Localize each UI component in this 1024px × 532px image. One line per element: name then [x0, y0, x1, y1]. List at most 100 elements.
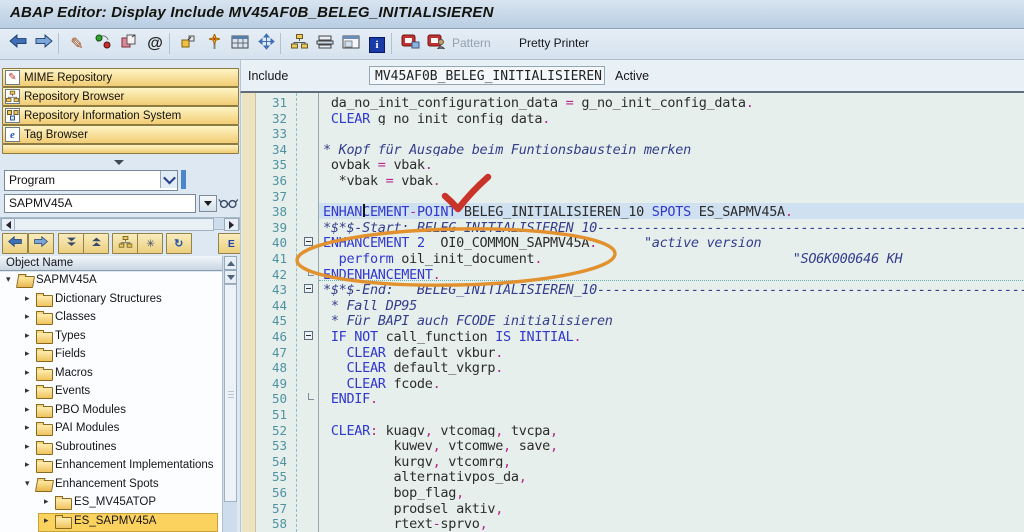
collapsed-arrow-icon[interactable]: ▸: [44, 515, 49, 526]
history-dropdown-button[interactable]: [199, 195, 217, 212]
tree-item-events[interactable]: ▸ Events: [0, 383, 222, 401]
code-line-43[interactable]: 43 *$*$-End: BELEG_INITIALISIEREN_10-----…: [241, 281, 1024, 297]
code-editor[interactable]: 31 da_no_init_configuration_data = g_no_…: [240, 93, 1024, 532]
code-line-58[interactable]: 58 rtext-sprvo,: [241, 515, 1024, 531]
fold-collapse-icon[interactable]: [304, 331, 313, 340]
tree-item-pbo-modules[interactable]: ▸ PBO Modules: [0, 402, 222, 420]
object-list-button[interactable]: [287, 32, 311, 56]
display-glasses-icon[interactable]: [218, 196, 239, 214]
collapsed-arrow-icon[interactable]: ▸: [25, 293, 30, 304]
tree-enhancement-button[interactable]: E: [218, 233, 240, 254]
code-line-31[interactable]: 31 da_no_init_configuration_data = g_no_…: [241, 94, 1024, 110]
tree-item-es_mv45atop[interactable]: ▸ ES_MV45ATOP: [0, 494, 222, 512]
scroll-right-icon[interactable]: [224, 218, 239, 231]
tree-item-subroutines[interactable]: ▸ Subroutines: [0, 439, 222, 457]
code-line-46[interactable]: 46 IF NOT call_function IS INITIAL.: [241, 328, 1024, 344]
code-line-36[interactable]: 36 *vbak = vbak.: [241, 172, 1024, 188]
tree-expand-all-button[interactable]: [83, 233, 109, 254]
tree-item-macros[interactable]: ▸ Macros: [0, 365, 222, 383]
tree-item-sapmv45a[interactable]: ▾ SAPMV45A: [0, 272, 222, 290]
expanded-arrow-icon[interactable]: ▾: [25, 478, 30, 489]
tree-item-fields[interactable]: ▸ Fields: [0, 346, 222, 364]
pretty-printer-button[interactable]: Pretty Printer: [519, 36, 589, 50]
scroll-down-icon[interactable]: [224, 270, 237, 284]
code-line-35[interactable]: 35 ovbak = vbak.: [241, 156, 1024, 172]
object-name-input[interactable]: SAPMV45A: [4, 194, 196, 213]
tree-item-classes[interactable]: ▸ Classes: [0, 309, 222, 327]
code-line-54[interactable]: 54 kurgv, vtcomrg,: [241, 453, 1024, 469]
info-button[interactable]: i: [365, 32, 389, 56]
collapsed-arrow-icon[interactable]: ▸: [25, 404, 30, 415]
sidebar-button-tag-browser[interactable]: e Tag Browser: [2, 125, 239, 144]
tree-refresh-button[interactable]: ↻: [166, 233, 192, 254]
code-line-41[interactable]: 41 perform oil_init_document. "SO6K00064…: [241, 250, 1024, 266]
code-line-48[interactable]: 48 CLEAR default_vkgrp.: [241, 359, 1024, 375]
navigation-window-button[interactable]: [313, 32, 337, 56]
collapsed-arrow-icon[interactable]: ▸: [25, 330, 30, 341]
code-line-53[interactable]: 53 kuwev, vtcomwe, save,: [241, 437, 1024, 453]
where-used-list-button[interactable]: @: [143, 32, 167, 56]
scrollbar-thumb[interactable]: [14, 218, 214, 231]
fold-collapse-icon[interactable]: [304, 284, 313, 294]
tree-filter-button[interactable]: ✳: [137, 233, 163, 254]
execute-button[interactable]: [228, 32, 252, 56]
tree-vertical-scrollbar[interactable]: [222, 256, 237, 532]
tree-back-button[interactable]: [2, 233, 28, 254]
collapsed-arrow-icon[interactable]: ▸: [25, 385, 30, 396]
tree-item-types[interactable]: ▸ Types: [0, 328, 222, 346]
tree-item-es_sapmv45a[interactable]: ▸ ES_SAPMV45A: [0, 512, 222, 532]
activate-button[interactable]: [202, 32, 226, 56]
code-line-37[interactable]: 37: [241, 188, 1024, 204]
code-line-52[interactable]: 52 CLEAR: kuagv, vtcomag, tvcpa,: [241, 422, 1024, 438]
combo-dropdown-icon[interactable]: [160, 171, 177, 188]
expanded-arrow-icon[interactable]: ▾: [6, 274, 11, 285]
code-line-40[interactable]: 40 ENHANCEMENT 2 OI0_COMMON_SAPMV45A. "ac…: [241, 234, 1024, 250]
code-line-56[interactable]: 56 bop_flag,: [241, 484, 1024, 500]
code-line-39[interactable]: 39 *$*$-Start: BELEG_INITIALISIEREN_10---…: [241, 219, 1024, 235]
collapsed-arrow-icon[interactable]: ▸: [25, 311, 30, 322]
code-line-32[interactable]: 32 CLEAR g_no_init_config_data.: [241, 110, 1024, 126]
code-line-51[interactable]: 51: [241, 406, 1024, 422]
code-line-55[interactable]: 55 alternativpos_da,: [241, 468, 1024, 484]
collapsed-arrow-icon[interactable]: ▸: [25, 348, 30, 359]
code-line-38[interactable]: 38 ENHANCEMENT-POINT BELEG_INITIALISIEREN…: [241, 203, 1024, 219]
navigation-button[interactable]: [254, 32, 278, 56]
code-line-57[interactable]: 57 prodsel_aktiv,: [241, 500, 1024, 516]
tree-item-enhancement-spots[interactable]: ▾ Enhancement Spots: [0, 476, 222, 494]
refresh-button[interactable]: [91, 32, 115, 56]
forward-button[interactable]: [32, 32, 56, 56]
fold-collapse-icon[interactable]: [304, 237, 313, 247]
code-line-49[interactable]: 49 CLEAR fcode.: [241, 375, 1024, 391]
collapsed-arrow-icon[interactable]: ▸: [25, 367, 30, 378]
back-button[interactable]: [6, 32, 30, 56]
tree-forward-button[interactable]: [28, 233, 54, 254]
code-line-44[interactable]: 44 * Fall DP95: [241, 297, 1024, 313]
code-line-34[interactable]: 34 * Kopf für Ausgabe beim Funtionsbauste…: [241, 141, 1024, 157]
sidebar-button-partial[interactable]: [2, 144, 239, 154]
include-name-field[interactable]: MV45AF0B_BELEG_INITIALISIEREN: [369, 66, 605, 85]
fullscreen-button[interactable]: [339, 32, 363, 56]
collapsed-arrow-icon[interactable]: ▸: [25, 441, 30, 452]
collapsed-arrow-icon[interactable]: ▸: [25, 459, 30, 470]
copy-button[interactable]: [117, 32, 141, 56]
sidebar-button-repository-information-system[interactable]: Repository Information System: [2, 106, 239, 125]
code-line-50[interactable]: 50 ENDIF.: [241, 390, 1024, 406]
tree-item-enhancement-implementations[interactable]: ▸ Enhancement Implementations: [0, 457, 222, 475]
tree-item-pai-modules[interactable]: ▸ PAI Modules: [0, 420, 222, 438]
scrollbar-thumb[interactable]: [224, 284, 237, 502]
code-line-42[interactable]: 42 ENDENHANCEMENT.: [241, 266, 1024, 281]
display-navigation-window-button[interactable]: [424, 32, 448, 56]
scroll-up-icon[interactable]: [224, 256, 237, 270]
code-line-33[interactable]: 33: [241, 125, 1024, 141]
code-line-45[interactable]: 45 * Für BAPI auch FCODE initialisieren: [241, 312, 1024, 328]
collapsed-arrow-icon[interactable]: ▸: [44, 496, 49, 507]
tree-display-hierarchy-button[interactable]: [112, 233, 138, 254]
object-type-select[interactable]: Program: [4, 170, 178, 191]
sidebar-button-repository-browser[interactable]: Repository Browser: [2, 87, 239, 106]
collapse-divider-icon[interactable]: [114, 160, 124, 165]
display-change-button[interactable]: ✎: [65, 32, 89, 56]
panel-horizontal-scrollbar[interactable]: [0, 217, 240, 231]
display-object-list-button[interactable]: [398, 32, 422, 56]
tree-item-dictionary-structures[interactable]: ▸ Dictionary Structures: [0, 291, 222, 309]
collapsed-arrow-icon[interactable]: ▸: [25, 422, 30, 433]
